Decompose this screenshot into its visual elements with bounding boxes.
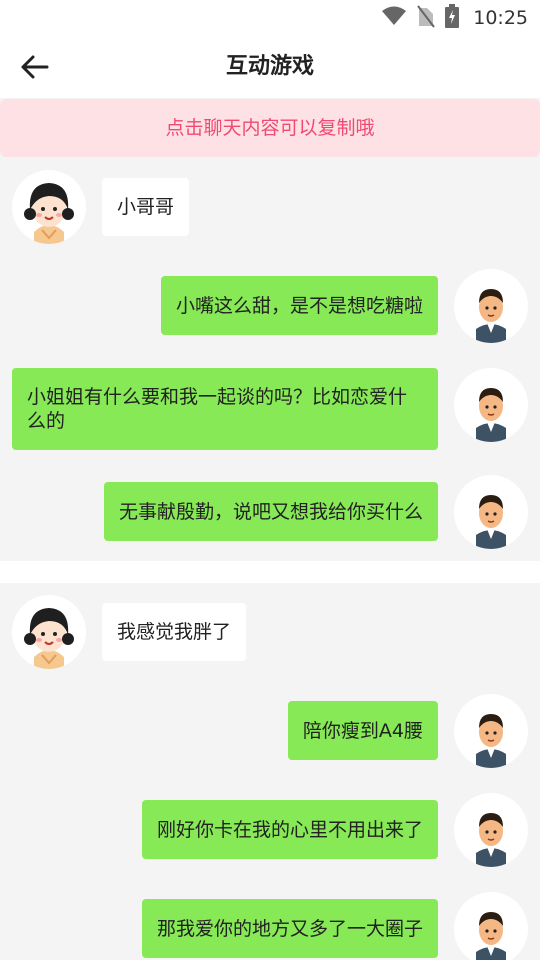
back-button[interactable] (14, 50, 54, 84)
boy-avatar-icon (476, 388, 506, 442)
status-bar: 10:25 (0, 0, 540, 36)
boy-avatar (454, 694, 528, 768)
status-time: 10:25 (473, 7, 528, 29)
boy-avatar (454, 793, 528, 867)
boy-avatar-icon (476, 714, 506, 768)
boy-avatar (454, 269, 528, 343)
reply-bubble[interactable]: 小嘴这么甜，是不是想吃糖啦 (160, 276, 438, 335)
copy-hint-banner: 点击聊天内容可以复制哦 (0, 99, 540, 157)
title-bar: 互动游戏 (0, 36, 540, 98)
reply-bubble[interactable]: 小姐姐有什么要和我一起谈的吗？比如恋爱什么的 (12, 368, 438, 450)
no-sim-icon (417, 4, 436, 32)
reply-bubble[interactable]: 那我爱你的地方又多了一大圈子 (141, 899, 438, 958)
prompt-bubble[interactable]: 我感觉我胖了 (102, 603, 247, 661)
battery-charging-icon (445, 4, 460, 32)
reply-bubble[interactable]: 刚好你卡在我的心里不用出来了 (141, 800, 438, 859)
boy-avatar (454, 368, 528, 442)
girl-avatar (12, 170, 86, 244)
boy-avatar (454, 892, 528, 960)
boy-avatar-icon (476, 289, 506, 343)
boy-avatar-icon (476, 495, 506, 549)
reply-bubble[interactable]: 陪你瘦到A4腰 (287, 701, 438, 760)
boy-avatar-icon (476, 912, 506, 960)
card-divider (0, 561, 540, 583)
page-title: 互动游戏 (225, 54, 314, 79)
wifi-icon (381, 5, 407, 31)
chat-card: 我感觉我胖了 陪你瘦到A4腰 刚好你卡在我的心里不用出来了 那我爱你的地方又多了… (0, 583, 540, 960)
boy-avatar-icon (476, 813, 506, 867)
prompt-bubble[interactable]: 小哥哥 (102, 178, 190, 236)
arrow-left-icon (21, 55, 49, 79)
reply-bubble[interactable]: 无事献殷勤，说吧又想我给你买什么 (103, 482, 438, 541)
girl-avatar-icon (24, 183, 74, 244)
boy-avatar (454, 475, 528, 549)
girl-avatar (12, 595, 86, 669)
girl-avatar-icon (24, 608, 74, 669)
chat-card: 小哥哥 小嘴这么甜，是不是想吃糖啦 小姐姐有什么要和我一起谈的吗？比如恋爱什么的… (0, 158, 540, 561)
